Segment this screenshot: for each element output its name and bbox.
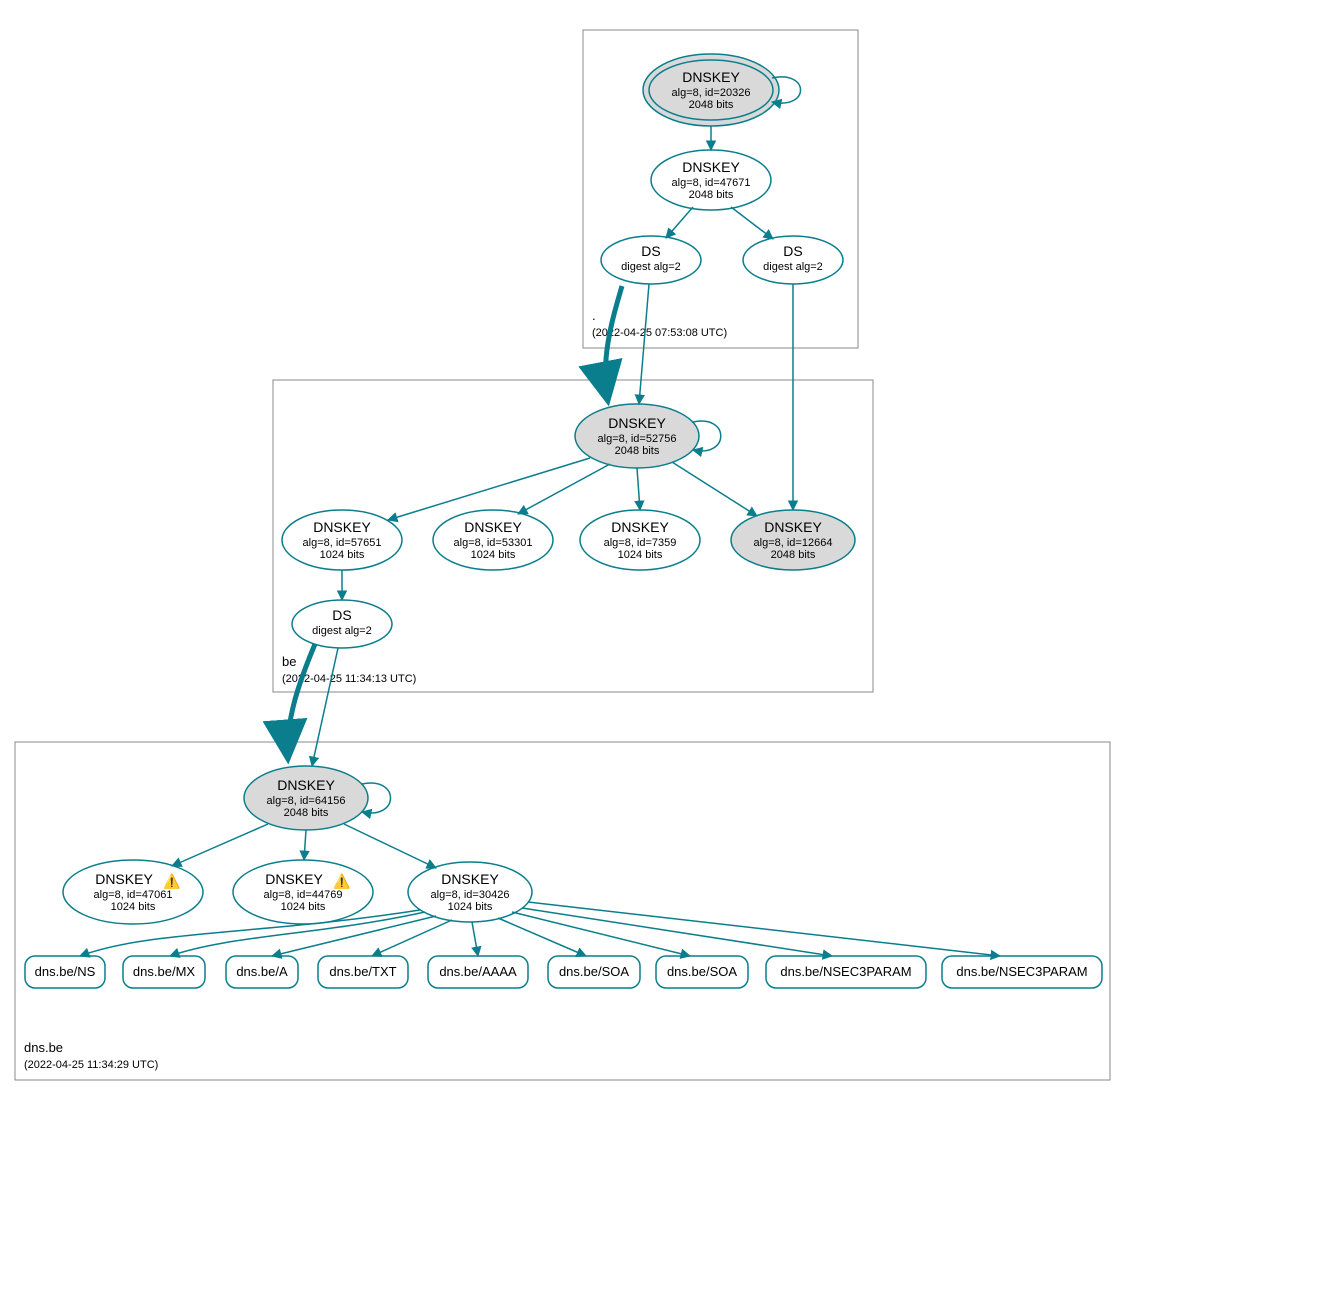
- rr-mx: dns.be/MX: [123, 956, 205, 988]
- rr-ns: dns.be/NS: [25, 956, 105, 988]
- node-be-ds: DS digest alg=2: [292, 600, 392, 648]
- node-be-ksk: DNSKEY alg=8, id=52756 2048 bits: [575, 404, 699, 468]
- edge-ds1-beksk: [639, 284, 649, 404]
- svg-text:DNSKEY: DNSKEY: [682, 159, 740, 175]
- svg-text:dns.be/TXT: dns.be/TXT: [329, 964, 396, 979]
- svg-text:digest alg=2: digest alg=2: [621, 261, 681, 273]
- node-root-zsk: DNSKEY alg=8, id=47671 2048 bits: [651, 150, 771, 210]
- svg-text:DNSKEY: DNSKEY: [764, 519, 822, 535]
- node-be-zsk3: DNSKEY alg=8, id=7359 1024 bits: [580, 510, 700, 570]
- node-root-ksk: DNSKEY alg=8, id=20326 2048 bits: [643, 54, 779, 126]
- edge-rootzsk-ds2: [731, 207, 773, 239]
- zone-dnsbe-label: dns.be: [24, 1040, 63, 1055]
- node-dnsbe-z2: DNSKEY ⚠️ alg=8, id=44769 1024 bits: [233, 860, 373, 924]
- svg-text:alg=8, id=47061: alg=8, id=47061: [94, 889, 173, 901]
- edge-dnsbeksk-z1: [172, 824, 268, 866]
- rr-a: dns.be/A: [226, 956, 298, 988]
- svg-text:DNSKEY: DNSKEY: [464, 519, 522, 535]
- edge-z3-txt: [372, 920, 452, 956]
- edge-z3-aaaa: [472, 922, 478, 956]
- edge-z3-n3p2: [528, 902, 1000, 956]
- edge-z3-soa2: [512, 912, 690, 956]
- node-be-zsk2: DNSKEY alg=8, id=53301 1024 bits: [433, 510, 553, 570]
- edge-beksk-bezsk2: [518, 464, 610, 514]
- svg-text:1024 bits: 1024 bits: [618, 549, 663, 561]
- rr-soa1: dns.be/SOA: [548, 956, 640, 988]
- svg-text:dns.be/SOA: dns.be/SOA: [667, 964, 737, 979]
- svg-text:2048 bits: 2048 bits: [689, 99, 734, 111]
- svg-text:dns.be/NS: dns.be/NS: [35, 964, 96, 979]
- svg-text:digest alg=2: digest alg=2: [312, 625, 372, 637]
- svg-text:dns.be/SOA: dns.be/SOA: [559, 964, 629, 979]
- zone-dnsbe-time: (2022-04-25 11:34:29 UTC): [24, 1059, 158, 1071]
- rr-n3p1: dns.be/NSEC3PARAM: [766, 956, 926, 988]
- svg-text:alg=8, id=20326: alg=8, id=20326: [672, 87, 751, 99]
- svg-text:1024 bits: 1024 bits: [320, 549, 365, 561]
- svg-text:2048 bits: 2048 bits: [771, 549, 816, 561]
- edge-z3-soa1: [498, 918, 586, 956]
- svg-text:dns.be/NSEC3PARAM: dns.be/NSEC3PARAM: [956, 964, 1087, 979]
- svg-text:DNSKEY: DNSKEY: [611, 519, 669, 535]
- svg-text:DNSKEY: DNSKEY: [682, 69, 740, 85]
- edge-dnsbeksk-z2: [304, 830, 306, 860]
- svg-text:alg=8, id=47671: alg=8, id=47671: [672, 177, 751, 189]
- svg-text:DS: DS: [783, 243, 802, 259]
- edge-beksk-bezsk3: [637, 468, 640, 510]
- svg-text:alg=8, id=30426: alg=8, id=30426: [431, 889, 510, 901]
- edge-beksk-bekey2: [672, 462, 757, 516]
- svg-text:DS: DS: [641, 243, 660, 259]
- edge-rootzsk-ds1: [666, 207, 693, 238]
- edge-dnsbeksk-z3: [344, 824, 436, 868]
- svg-text:1024 bits: 1024 bits: [471, 549, 516, 561]
- zone-be-label: be: [282, 654, 296, 669]
- svg-text:2048 bits: 2048 bits: [689, 189, 734, 201]
- svg-text:dns.be/MX: dns.be/MX: [133, 964, 195, 979]
- svg-text:alg=8, id=64156: alg=8, id=64156: [267, 795, 346, 807]
- node-be-zsk1: DNSKEY alg=8, id=57651 1024 bits: [282, 510, 402, 570]
- svg-text:DNSKEY: DNSKEY: [608, 415, 666, 431]
- svg-text:DNSKEY: DNSKEY: [95, 871, 153, 887]
- rr-aaaa: dns.be/AAAA: [428, 956, 528, 988]
- svg-text:1024 bits: 1024 bits: [448, 901, 493, 913]
- svg-text:dns.be/AAAA: dns.be/AAAA: [439, 964, 517, 979]
- svg-text:DS: DS: [332, 607, 351, 623]
- zone-root-label: .: [592, 308, 596, 323]
- rr-n3p2: dns.be/NSEC3PARAM: [942, 956, 1102, 988]
- node-be-key2: DNSKEY alg=8, id=12664 2048 bits: [731, 510, 855, 570]
- warning-icon: ⚠️: [333, 873, 350, 890]
- svg-text:DNSKEY: DNSKEY: [265, 871, 323, 887]
- dnssec-diagram: . (2022-04-25 07:53:08 UTC) be (2022-04-…: [0, 0, 1343, 1301]
- svg-text:alg=8, id=52756: alg=8, id=52756: [598, 433, 677, 445]
- rr-soa2: dns.be/SOA: [656, 956, 748, 988]
- warning-icon: ⚠️: [163, 873, 180, 890]
- svg-text:alg=8, id=44769: alg=8, id=44769: [264, 889, 343, 901]
- svg-text:DNSKEY: DNSKEY: [313, 519, 371, 535]
- svg-text:DNSKEY: DNSKEY: [277, 777, 335, 793]
- svg-text:digest alg=2: digest alg=2: [763, 261, 823, 273]
- svg-text:alg=8, id=57651: alg=8, id=57651: [303, 537, 382, 549]
- svg-text:alg=8, id=12664: alg=8, id=12664: [754, 537, 833, 549]
- node-dnsbe-z1: DNSKEY ⚠️ alg=8, id=47061 1024 bits: [63, 860, 203, 924]
- node-dnsbe-ksk: DNSKEY alg=8, id=64156 2048 bits: [244, 766, 368, 830]
- edge-beds-dnsbeksk: [312, 648, 338, 766]
- svg-text:1024 bits: 1024 bits: [111, 901, 156, 913]
- svg-text:alg=8, id=53301: alg=8, id=53301: [454, 537, 533, 549]
- svg-text:dns.be/A: dns.be/A: [236, 964, 288, 979]
- node-root-ds1: DS digest alg=2: [601, 236, 701, 284]
- node-root-ds2: DS digest alg=2: [743, 236, 843, 284]
- svg-text:DNSKEY: DNSKEY: [441, 871, 499, 887]
- svg-text:2048 bits: 2048 bits: [284, 807, 329, 819]
- edge-root-to-be: [605, 286, 622, 402]
- svg-text:1024 bits: 1024 bits: [281, 901, 326, 913]
- rr-txt: dns.be/TXT: [318, 956, 408, 988]
- svg-text:dns.be/NSEC3PARAM: dns.be/NSEC3PARAM: [780, 964, 911, 979]
- svg-text:alg=8, id=7359: alg=8, id=7359: [604, 537, 677, 549]
- svg-text:2048 bits: 2048 bits: [615, 445, 660, 457]
